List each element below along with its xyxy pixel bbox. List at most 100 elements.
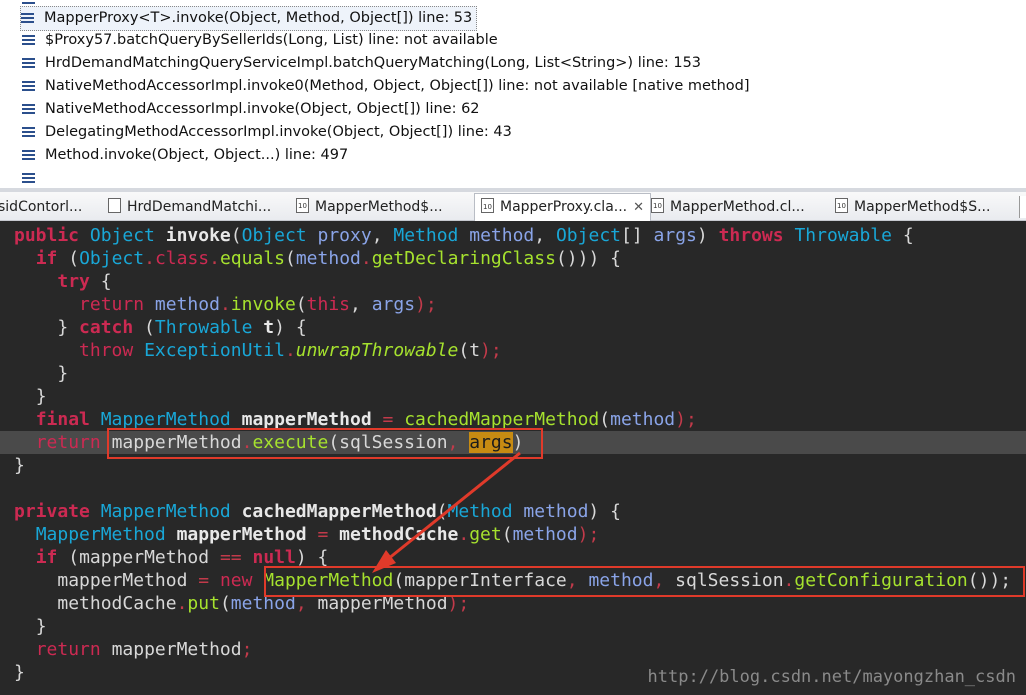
keyword: public (14, 225, 80, 246)
variable: mapperMethod (241, 409, 372, 430)
variable: sqlSession (675, 570, 784, 591)
method-call: execute (252, 432, 329, 453)
stack-frame-partial[interactable] (22, 167, 45, 186)
stack-frame-icon (22, 150, 35, 160)
stack-frame[interactable]: MapperProxy<T>.invoke(Object, Method, Ob… (20, 6, 478, 31)
punctuation: ) { (274, 317, 307, 338)
brace: } (14, 455, 25, 476)
method-call: getConfiguration (794, 570, 968, 591)
stack-frame-icon (22, 35, 35, 45)
highlighted-parameter: args (469, 432, 513, 453)
type-name: Object (241, 225, 307, 246)
editor-tab[interactable]: MapperMethod.cl... (651, 194, 805, 219)
code-line: methodCache.put(method, mapperMethod); (57, 593, 470, 614)
type-name: MapperMethod (35, 524, 166, 545)
class-file-icon (296, 194, 309, 218)
editor-tab[interactable]: MapperMethod$S... (835, 194, 990, 219)
punctuation: ); (447, 593, 470, 614)
method-call: equals (219, 248, 285, 269)
code-line: } (14, 362, 68, 385)
keyword: catch (79, 317, 134, 338)
variable: mapperMethod (176, 524, 307, 545)
keyword: class (154, 248, 210, 269)
method-call: unwrapThrowable (295, 340, 459, 361)
keyword: private (14, 501, 90, 522)
array-brackets: [] (621, 225, 643, 246)
stack-frame-label: Method.invoke(Object, Object...) line: 4… (45, 147, 349, 163)
editor-tab-bar: sidContorl... HrdDemandMatchi... MapperM… (0, 188, 1026, 221)
code-line: if (Object.class.equals(method.getDeclar… (35, 248, 621, 269)
stack-frame-label: MapperProxy<T>.invoke(Object, Method, Ob… (44, 10, 473, 26)
variable: mapperMethod (111, 432, 242, 453)
punctuation: ) (512, 432, 524, 453)
keyword: throw (79, 340, 134, 361)
method-call: get (469, 524, 502, 545)
debug-stack-trace: MapperProxy<T>.invoke(Object, Method, Ob… (0, 0, 1026, 186)
type-name: MapperMethod (100, 501, 231, 522)
keyword: try (57, 271, 90, 292)
stack-frame-icon (22, 81, 35, 91)
stack-frame[interactable]: NativeMethodAccessorImpl.invoke0(Method,… (22, 75, 750, 98)
stack-frame[interactable]: NativeMethodAccessorImpl.invoke(Object, … (22, 98, 480, 121)
code-line: } (14, 454, 25, 477)
method-call: put (187, 593, 220, 614)
variable: t (469, 340, 481, 361)
editor-tab[interactable]: sidContorl... (0, 195, 82, 219)
punctuation: ); (675, 409, 697, 430)
variable: sqlSession (339, 432, 448, 453)
code-line: final MapperMethod mapperMethod = cached… (35, 409, 697, 430)
code-line: if (mapperMethod == null) { (35, 547, 329, 568)
stack-frame-label: HrdDemandMatchingQueryServiceImpl.batchQ… (45, 55, 702, 71)
punctuation: ); (415, 294, 437, 315)
code-line: try { (14, 270, 112, 293)
keyword: new (219, 570, 253, 591)
tab-label: sidContorl... (0, 199, 83, 215)
parameter: method (469, 225, 535, 246)
code-line: return mapperMethod; (14, 638, 253, 661)
editor-tab-active[interactable]: MapperProxy.cla... ✕ (474, 193, 652, 221)
editor-tab[interactable]: HrdDemandMatchi... (108, 195, 271, 219)
parameter: args (653, 225, 697, 246)
method-name: cachedMapperMethod (241, 501, 437, 522)
keyword: return (35, 432, 101, 453)
type-name: Method (447, 501, 513, 522)
type-name: Throwable (794, 225, 892, 246)
close-icon[interactable]: ✕ (633, 200, 644, 215)
punctuation: ())) { (555, 248, 621, 269)
editor-tab[interactable]: MapperMethod$... (296, 194, 443, 219)
brace: { (100, 271, 112, 292)
code-line-current: return mapperMethod.execute(sqlSession, … (0, 431, 1026, 454)
parameter: method (512, 524, 578, 545)
class-file-icon (835, 194, 848, 218)
method-name: invoke (165, 225, 231, 246)
tab-bar-divider (0, 188, 1026, 192)
tab-label: MapperProxy.cla... (500, 199, 628, 215)
punctuation: ) { (588, 501, 621, 522)
variable: t (263, 317, 275, 338)
variable: mapperMethod (79, 547, 210, 568)
code-line: public Object invoke(Object proxy, Metho… (14, 225, 914, 246)
code-line: } catch (Throwable t) { (14, 317, 307, 338)
tab-overflow-indicator[interactable] (1019, 196, 1026, 218)
type-name: Throwable (154, 317, 253, 338)
keyword: null (252, 547, 296, 568)
type-name: Object (555, 225, 621, 246)
parameter: method (230, 593, 296, 614)
keyword: return (35, 639, 101, 660)
punctuation: ); (577, 524, 600, 545)
java-file-icon (108, 198, 121, 213)
code-line: MapperMethod mapperMethod = methodCache.… (35, 524, 600, 545)
stack-frame-label: NativeMethodAccessorImpl.invoke0(Method,… (45, 78, 750, 94)
stack-frame[interactable]: DelegatingMethodAccessorImpl.invoke(Obje… (22, 121, 512, 144)
code-editor[interactable]: public Object invoke(Object proxy, Metho… (0, 221, 1026, 695)
brace: } (14, 662, 25, 683)
tab-label: HrdDemandMatchi... (127, 199, 272, 215)
parameter: method (154, 294, 220, 315)
stack-frame[interactable]: $Proxy57.batchQueryBySellerIds(Long, Lis… (22, 29, 498, 52)
watermark: http://blog.csdn.net/mayongzhan_csdn (647, 667, 1016, 687)
operator: = (198, 570, 210, 591)
stack-frame[interactable]: Method.invoke(Object, Object...) line: 4… (22, 144, 348, 167)
code-line: mapperMethod = new MapperMethod(mapperIn… (57, 570, 1012, 591)
stack-frame[interactable]: HrdDemandMatchingQueryServiceImpl.batchQ… (22, 52, 701, 75)
punctuation: ()); (967, 570, 1012, 591)
